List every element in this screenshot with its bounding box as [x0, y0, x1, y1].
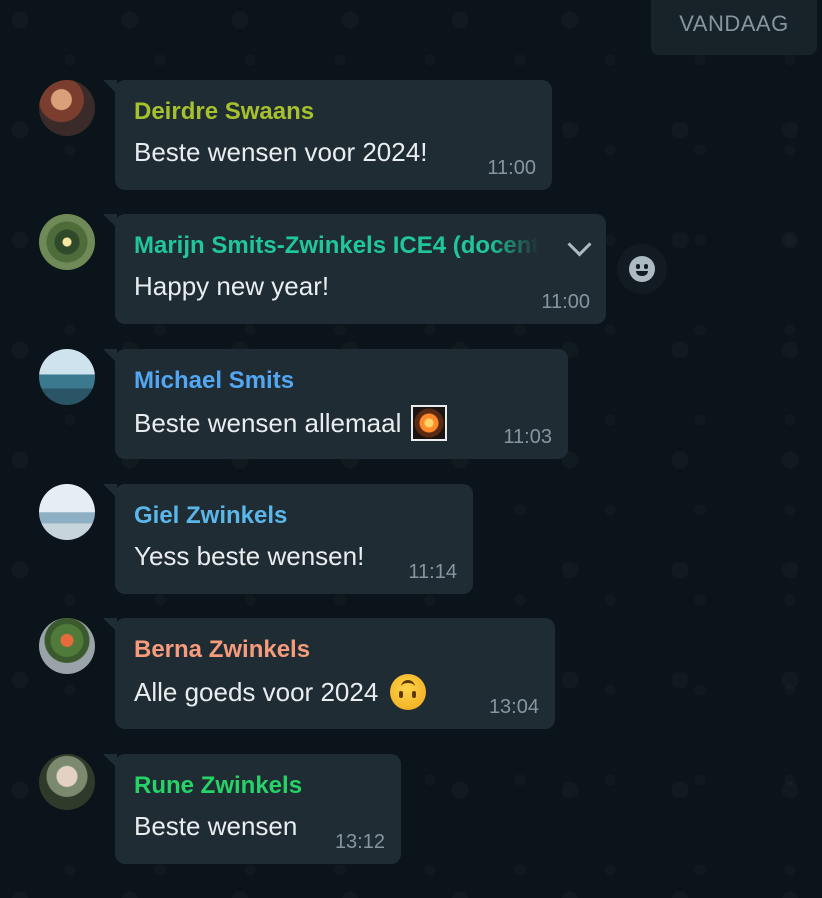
message-text: Yess beste wensen! [134, 540, 455, 572]
firework-icon [411, 405, 448, 441]
message-body: Yess beste wensen! [134, 541, 365, 571]
message-body: Beste wensen allemaal [134, 408, 402, 438]
name-fade [490, 226, 560, 266]
message-row: Giel Zwinkels Yess beste wensen! 11:14 [0, 484, 822, 594]
message-row: Berna Zwinkels Alle goeds voor 2024 13:0… [0, 618, 822, 729]
sender-name[interactable]: Michael Smits [134, 367, 550, 395]
upside-down-face-icon [390, 674, 427, 710]
message-bubble[interactable]: Berna Zwinkels Alle goeds voor 2024 13:0… [103, 618, 555, 729]
message-text: Alle goeds voor 2024 [134, 674, 537, 710]
message-text: Happy new year! [134, 270, 588, 302]
avatar[interactable] [39, 754, 95, 810]
message-body: Alle goeds voor 2024 [134, 677, 379, 707]
message-time: 11:00 [541, 291, 590, 313]
message-bubble[interactable]: Michael Smits Beste wensen allemaal 11:0… [103, 349, 568, 459]
message-row: Deirdre Swaans Beste wensen voor 2024! 1… [0, 80, 822, 190]
message-bubble[interactable]: Giel Zwinkels Yess beste wensen! 11:14 [103, 484, 473, 594]
message-body: Beste wensen [134, 811, 298, 841]
message-body: Happy new year! [134, 271, 330, 301]
message-time: 11:14 [408, 561, 457, 583]
sender-name[interactable]: Deirdre Swaans [134, 98, 534, 126]
avatar[interactable] [39, 618, 95, 674]
message-body: Beste wensen voor 2024! [134, 137, 428, 167]
sender-name[interactable]: Giel Zwinkels [134, 502, 455, 530]
message-time: 13:12 [334, 831, 385, 853]
message-bubble[interactable]: Marijn Smits-Zwinkels ICE4 (docent) Happ… [103, 214, 606, 324]
message-row: Rune Zwinkels Beste wensen 13:12 [0, 754, 822, 864]
message-time: 13:04 [488, 696, 539, 718]
message-text: Beste wensen allemaal [134, 405, 550, 441]
message-text: Beste wensen voor 2024! [134, 136, 534, 168]
avatar[interactable] [39, 349, 95, 405]
chevron-down-icon[interactable] [567, 232, 592, 257]
emoji-reaction-icon [629, 256, 655, 282]
message-row: Michael Smits Beste wensen allemaal 11:0… [0, 349, 822, 459]
sender-name[interactable]: Rune Zwinkels [134, 772, 383, 800]
message-time: 11:03 [503, 426, 552, 448]
message-time: 11:00 [487, 157, 536, 179]
sender-name[interactable]: Berna Zwinkels [134, 636, 537, 664]
react-button[interactable] [617, 244, 667, 294]
avatar[interactable] [39, 484, 95, 540]
avatar[interactable] [39, 214, 95, 270]
message-bubble[interactable]: Rune Zwinkels Beste wensen 13:12 [103, 754, 401, 864]
message-bubble[interactable]: Deirdre Swaans Beste wensen voor 2024! 1… [103, 80, 552, 190]
avatar[interactable] [39, 80, 95, 136]
sender-name[interactable]: Marijn Smits-Zwinkels ICE4 (docent) [134, 232, 549, 260]
date-separator: VANDAAG [651, 0, 817, 55]
message-row: Marijn Smits-Zwinkels ICE4 (docent) Happ… [0, 214, 822, 324]
